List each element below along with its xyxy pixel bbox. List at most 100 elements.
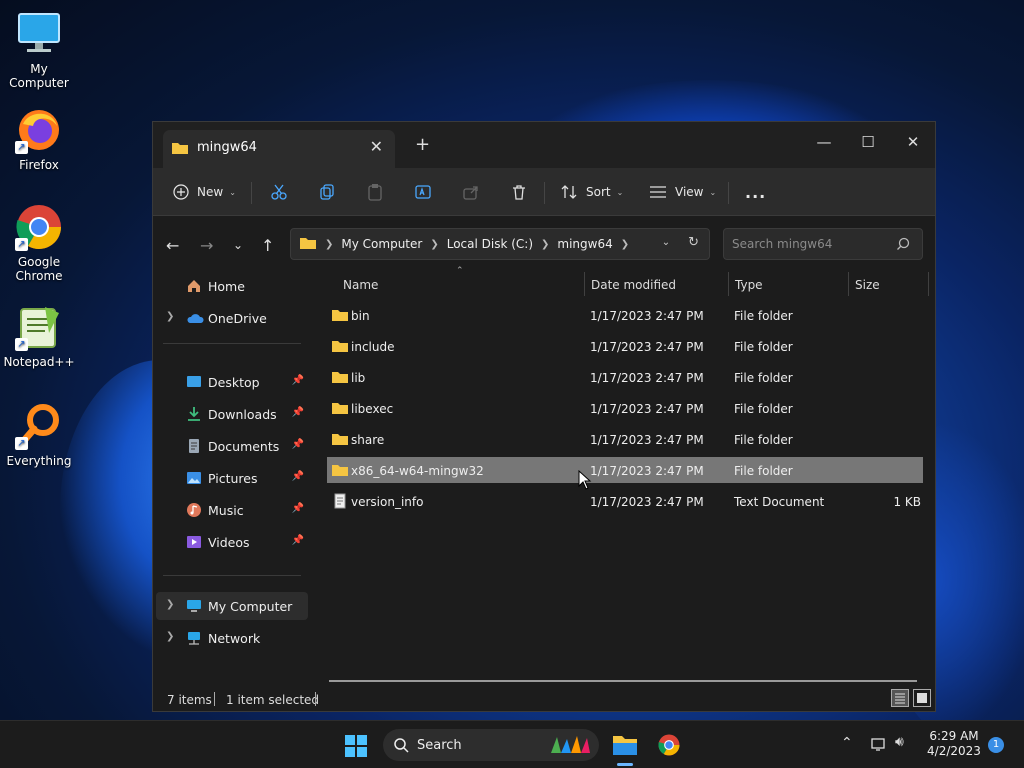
address-bar[interactable]: ❯ My Computer ❯ Local Disk (C:) ❯ mingw6…: [290, 228, 710, 260]
breadcrumb-separator-icon: ❯: [620, 238, 630, 250]
folder-icon: [331, 338, 349, 357]
file-row[interactable]: bin 1/17/2023 2:47 PM File folder: [327, 302, 923, 328]
sidebar-item-network[interactable]: ❯ Network: [156, 624, 308, 652]
pin-icon[interactable]: 📌: [292, 535, 304, 546]
status-bar: 7 items 1 item selected: [153, 687, 937, 711]
file-row[interactable]: lib 1/17/2023 2:47 PM File folder: [327, 364, 923, 390]
pin-icon[interactable]: 📌: [292, 407, 304, 418]
breadcrumb-local-disk[interactable]: Local Disk (C:): [447, 237, 533, 251]
file-date-modified: 1/17/2023 2:47 PM: [590, 495, 704, 509]
network-status-icon[interactable]: [870, 736, 888, 756]
sidebar-item-pictures[interactable]: Pictures 📌: [156, 464, 308, 492]
delete-button[interactable]: [510, 180, 528, 204]
navigation-pane: Home ❯ OneDrive Desktop 📌 Downloads 📌 Do…: [153, 272, 310, 682]
forward-arrow-icon[interactable]: →: [200, 236, 213, 255]
pin-icon[interactable]: 📌: [292, 439, 304, 450]
back-arrow-icon[interactable]: ←: [166, 236, 179, 255]
maximize-button[interactable]: ☐: [845, 128, 891, 156]
desktop-icon-label: Everything: [6, 454, 72, 468]
file-row[interactable]: include 1/17/2023 2:47 PM File folder: [327, 333, 923, 359]
sidebar-item-documents[interactable]: Documents 📌: [156, 432, 308, 460]
column-header-type[interactable]: Type: [735, 278, 763, 302]
cut-button[interactable]: [270, 180, 288, 204]
up-arrow-icon[interactable]: ↑: [261, 236, 274, 255]
desktop-icon-label: Firefox: [19, 158, 59, 172]
pictures-icon: [186, 470, 202, 486]
folder-icon: [171, 140, 189, 159]
file-date-modified: 1/17/2023 2:47 PM: [590, 433, 704, 447]
column-header-name[interactable]: Name: [343, 278, 378, 302]
notification-badge[interactable]: 1: [988, 737, 1004, 753]
file-row[interactable]: version_info 1/17/2023 2:47 PM Text Docume…: [327, 488, 923, 514]
taskbar-search[interactable]: Search: [383, 729, 599, 761]
share-button[interactable]: [462, 180, 480, 204]
everything-icon: ↗: [15, 402, 63, 450]
sidebar-item-videos[interactable]: Videos 📌: [156, 528, 308, 556]
pin-icon[interactable]: 📌: [292, 503, 304, 514]
volume-icon[interactable]: 🔊︎: [895, 734, 904, 750]
more-options-button[interactable]: ...: [745, 180, 766, 204]
sidebar-item-home[interactable]: Home: [156, 272, 308, 300]
file-date-modified: 1/17/2023 2:47 PM: [590, 464, 704, 478]
expand-chevron-icon[interactable]: ❯: [166, 311, 174, 322]
view-button[interactable]: View ⌄: [649, 180, 716, 204]
file-type: File folder: [734, 371, 793, 385]
details-view-button[interactable]: [891, 689, 909, 707]
file-row[interactable]: libexec 1/17/2023 2:47 PM File folder: [327, 395, 923, 421]
expand-chevron-icon[interactable]: ❯: [166, 631, 174, 642]
address-history-chevron-icon[interactable]: ⌄: [662, 237, 670, 250]
sidebar-item-downloads[interactable]: Downloads 📌: [156, 400, 308, 428]
taskbar-chrome[interactable]: [651, 727, 687, 763]
horizontal-scrollbar[interactable]: [329, 680, 917, 682]
notepadpp-icon: ↗: [15, 303, 63, 351]
copy-button[interactable]: [318, 180, 336, 204]
desktop-icon-everything[interactable]: ↗ Everything: [1, 402, 77, 468]
desktop-icon-chrome[interactable]: ↗ Google Chrome: [1, 203, 77, 283]
desktop-icon-notepadpp[interactable]: ↗ Notepad++: [1, 303, 77, 369]
recent-locations-chevron-icon[interactable]: ⌄: [233, 238, 243, 252]
breadcrumb-my-computer[interactable]: My Computer: [341, 237, 422, 251]
pin-icon[interactable]: 📌: [292, 375, 304, 386]
system-clock[interactable]: 6:29 AM 4/2/2023: [924, 729, 984, 759]
desktop-icon-firefox[interactable]: ↗ Firefox: [1, 106, 77, 172]
desktop-icon-my-computer[interactable]: My Computer: [1, 10, 77, 90]
close-tab-icon[interactable]: ✕: [370, 137, 383, 156]
clock-time: 6:29 AM: [929, 729, 979, 743]
new-button[interactable]: New ⌄: [173, 180, 236, 204]
sidebar-item-desktop[interactable]: Desktop 📌: [156, 368, 308, 396]
sort-button[interactable]: Sort ⌄: [560, 180, 623, 204]
text-document-icon: [331, 493, 349, 512]
navigation-bar: ← → ⌄ ↑ ❯ My Computer ❯ Local Disk (C:) …: [153, 216, 935, 272]
rename-button[interactable]: [414, 180, 432, 204]
column-header-size[interactable]: Size: [855, 278, 880, 302]
sidebar-item-music[interactable]: Music 📌: [156, 496, 308, 524]
refresh-icon[interactable]: ↻: [688, 235, 699, 250]
close-window-button[interactable]: ✕: [890, 128, 936, 156]
minimize-button[interactable]: —: [801, 128, 847, 156]
music-icon: [186, 502, 202, 518]
pin-icon[interactable]: 📌: [292, 471, 304, 482]
share-icon: [463, 186, 478, 200]
network-icon: [186, 630, 202, 646]
new-tab-button[interactable]: +: [415, 134, 430, 155]
view-list-icon: [650, 186, 666, 198]
file-row[interactable]: x86_64-w64-mingw32 1/17/2023 2:47 PM File …: [327, 457, 923, 483]
firefox-icon: ↗: [15, 106, 63, 154]
windows-logo-icon: [345, 735, 367, 757]
file-row[interactable]: share 1/17/2023 2:47 PM File folder: [327, 426, 923, 452]
selection-count: 1 item selected: [226, 693, 320, 707]
taskbar-file-explorer[interactable]: [607, 727, 643, 766]
expand-chevron-icon[interactable]: ❯: [166, 599, 174, 610]
start-button[interactable]: [344, 734, 368, 758]
search-input[interactable]: Search mingw64: [723, 228, 923, 260]
tab-mingw64[interactable]: mingw64 ✕: [163, 130, 395, 168]
paste-button[interactable]: [366, 180, 384, 204]
sidebar-item-my-computer[interactable]: ❯ My Computer: [156, 592, 308, 620]
tiles-view-button[interactable]: [913, 689, 931, 707]
show-hidden-icons-chevron-icon[interactable]: ⌃: [841, 735, 853, 751]
file-name: share: [351, 433, 385, 447]
title-bar: mingw64 ✕ + — ☐ ✕: [153, 122, 935, 168]
breadcrumb-mingw64[interactable]: mingw64: [557, 237, 612, 251]
sidebar-item-onedrive[interactable]: ❯ OneDrive: [156, 304, 308, 332]
column-header-date[interactable]: Date modified: [591, 278, 676, 302]
